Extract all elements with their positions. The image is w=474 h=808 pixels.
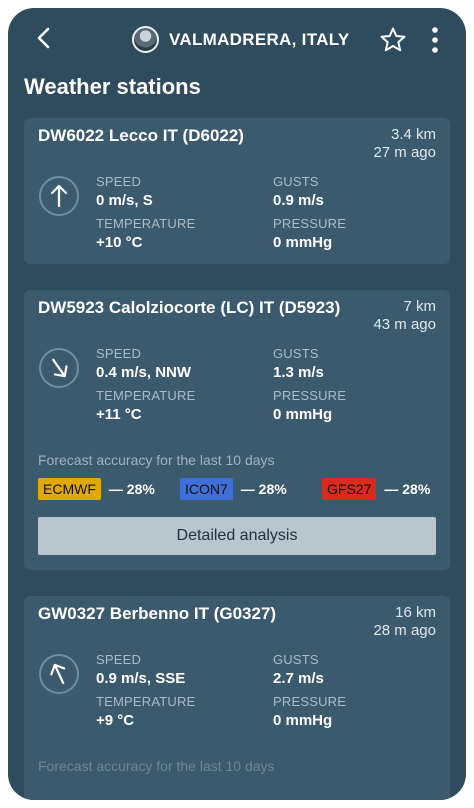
temperature-value: +11 °C [96, 406, 142, 423]
speed-value: 0.4 m/s, NNW [96, 364, 192, 381]
station-updated: 28 m ago [373, 622, 436, 639]
pressure-value: 0 mmHg [273, 406, 333, 423]
wind-direction-icon [39, 348, 79, 388]
station-card[interactable]: DW5923 Calolziocorte (LC) IT (D5923) 7 k… [24, 290, 450, 570]
temperature-label: TEMPERATURE [96, 216, 196, 231]
pressure-value: 0 mmHg [273, 234, 333, 251]
pressure-label: PRESSURE [273, 216, 347, 231]
detailed-analysis-button[interactable]: Detailed analysis [38, 517, 436, 555]
station-updated: 27 m ago [373, 144, 436, 161]
model-accuracy-ecmwf: ECMWF — 28% [38, 478, 155, 500]
speed-label: SPEED [96, 346, 142, 361]
temperature-label: TEMPERATURE [96, 388, 196, 403]
gusts-value: 2.7 m/s [273, 670, 324, 687]
speed-value: 0.9 m/s, SSE [96, 670, 186, 687]
forecast-accuracy-title: Forecast accuracy for the last 10 days [38, 452, 275, 468]
more-options-icon[interactable] [429, 26, 441, 54]
temperature-value: +9 °C [96, 712, 135, 729]
location-name: VALMADRERA, ITALY [169, 29, 350, 49]
temperature-value: +10 °C [96, 234, 143, 251]
station-distance: 7 km [403, 298, 436, 315]
station-distance: 3.4 km [390, 126, 436, 143]
gusts-label: GUSTS [273, 346, 319, 361]
station-name: GW0327 Berbenno IT (G0327) [38, 604, 277, 623]
station-name: DW6022 Lecco IT (D6022) [38, 126, 244, 145]
station-distance: 16 km [395, 604, 436, 621]
speed-value: 0 m/s, S [96, 192, 153, 209]
pressure-label: PRESSURE [273, 388, 347, 403]
top-bar: VALMADRERA, ITALY [8, 8, 466, 72]
forecast-accuracy-title: Forecast accuracy for the last 10 days [38, 758, 275, 774]
model-badge: GFS27 [322, 478, 377, 500]
location-avatar [132, 26, 159, 53]
gusts-value: 0.9 m/s [273, 192, 324, 209]
station-card[interactable]: GW0327 Berbenno IT (G0327) 16 km 28 m ag… [24, 596, 450, 800]
model-accuracy-icon7: ICON7 — 28% [180, 478, 287, 500]
speed-label: SPEED [96, 174, 142, 189]
back-arrow-icon[interactable] [30, 24, 58, 52]
page-title: Weather stations [24, 74, 201, 99]
location-selector[interactable]: VALMADRERA, ITALY [132, 26, 349, 53]
model-badge: ICON7 [180, 478, 233, 500]
model-percent: — 28% [108, 481, 155, 497]
model-badge: ECMWF [38, 478, 101, 500]
speed-label: SPEED [96, 652, 142, 667]
gusts-label: GUSTS [273, 652, 319, 667]
station-name: DW5923 Calolziocorte (LC) IT (D5923) [38, 298, 341, 317]
model-percent: — 28% [384, 481, 431, 497]
pressure-value: 0 mmHg [273, 712, 333, 729]
app-frame: VALMADRERA, ITALY Weather stations DW602… [8, 8, 466, 800]
gusts-value: 1.3 m/s [273, 364, 324, 381]
station-updated: 43 m ago [373, 316, 436, 333]
pressure-label: PRESSURE [273, 694, 347, 709]
model-percent: — 28% [240, 481, 287, 497]
wind-direction-icon [39, 176, 79, 216]
favorite-star-icon[interactable] [379, 26, 407, 54]
wind-direction-icon [39, 654, 79, 694]
model-accuracy-gfs27: GFS27 — 28% [322, 478, 430, 500]
station-card[interactable]: DW6022 Lecco IT (D6022) 3.4 km 27 m ago … [24, 118, 450, 264]
temperature-label: TEMPERATURE [96, 694, 196, 709]
gusts-label: GUSTS [273, 174, 319, 189]
